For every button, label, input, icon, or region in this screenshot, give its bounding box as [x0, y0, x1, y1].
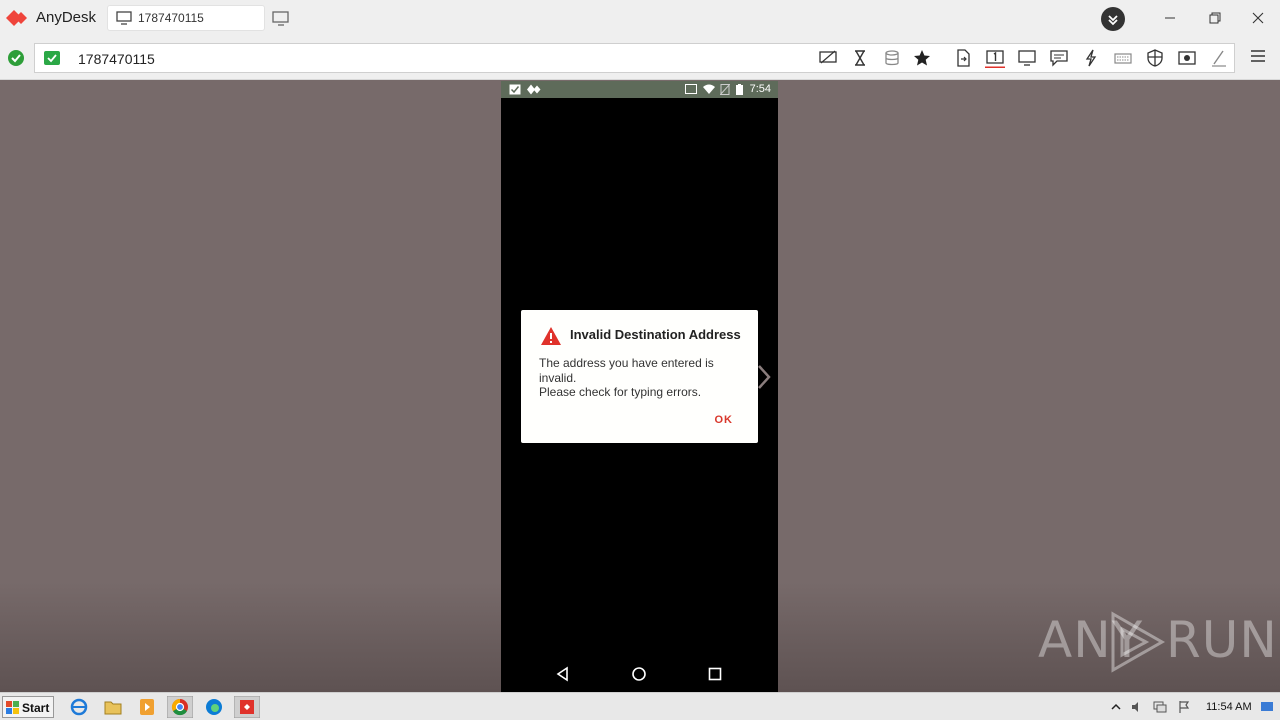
show-desktop-icon[interactable] [1260, 700, 1274, 714]
android-nav-bar [501, 656, 778, 692]
error-dialog: Invalid Destination Address The address … [521, 310, 758, 443]
anydesk-taskbar-icon[interactable] [234, 696, 260, 718]
hourglass-icon[interactable] [850, 48, 870, 68]
privacy-shield-icon[interactable] [1145, 48, 1165, 68]
download-arrow-icon [1108, 15, 1118, 26]
android-status-bar: 7:54 [501, 81, 778, 98]
action-center-flag-icon[interactable] [1177, 700, 1191, 714]
media-player-icon[interactable] [134, 696, 160, 718]
file-transfer-icon[interactable] [953, 48, 973, 68]
warning-icon [541, 327, 561, 345]
favorite-star-icon[interactable] [912, 48, 932, 68]
volume-icon[interactable] [1130, 700, 1144, 714]
database-icon[interactable] [882, 48, 902, 68]
network-icon[interactable] [1153, 700, 1167, 714]
address-input[interactable]: 1787470115 [78, 51, 155, 67]
battery-icon [736, 84, 743, 95]
display-settings-icon[interactable] [818, 48, 838, 68]
watermark-right-text: RUN [1166, 611, 1278, 669]
tray-expand-icon[interactable] [1109, 700, 1123, 714]
anydesk-logo-icon [6, 10, 27, 26]
dialog-message-line2: Please check for typing errors. [539, 385, 702, 399]
restore-icon[interactable] [1205, 8, 1225, 28]
secure-connection-icon [44, 51, 60, 65]
dialog-message-line1: The address you have entered is invalid. [539, 356, 714, 385]
recents-icon[interactable] [708, 667, 722, 681]
taskbar: Start 11:54 AM [0, 692, 1280, 720]
toolbar: 1787470115 [0, 36, 1280, 80]
start-button[interactable]: Start [2, 696, 54, 718]
dialog-title: Invalid Destination Address [570, 327, 741, 342]
android-screen[interactable]: 7:54 Invalid Destination Address The add… [501, 81, 778, 692]
status-time: 7:54 [749, 83, 771, 95]
remote-viewport[interactable]: 7:54 Invalid Destination Address The add… [0, 81, 1280, 692]
cast-icon [685, 84, 697, 94]
title-bar: AnyDesk 1787470115 [0, 0, 1280, 36]
minimize-icon[interactable] [1160, 8, 1180, 28]
new-tab-icon[interactable] [272, 11, 290, 27]
lightning-icon[interactable] [1081, 48, 1101, 68]
pen-icon[interactable] [1209, 48, 1229, 68]
no-sim-icon [720, 84, 730, 95]
internet-explorer-icon[interactable] [66, 696, 92, 718]
tab-label: 1787470115 [138, 11, 204, 25]
chat-icon[interactable] [1049, 48, 1069, 68]
app-title: AnyDesk [36, 9, 97, 26]
wifi-icon [703, 84, 715, 94]
chevron-right-icon[interactable] [757, 364, 771, 390]
home-icon[interactable] [631, 666, 647, 682]
clock[interactable]: 11:54 AM [1206, 701, 1252, 713]
file-explorer-icon[interactable] [100, 696, 126, 718]
hamburger-menu-icon[interactable] [1250, 49, 1266, 63]
edge-icon[interactable] [201, 696, 227, 718]
back-icon[interactable] [555, 666, 571, 682]
record-icon[interactable] [1177, 48, 1197, 68]
ok-button[interactable]: OK [715, 414, 734, 426]
chrome-icon[interactable] [167, 696, 193, 718]
screen-icon[interactable] [1017, 48, 1037, 68]
anydesk-notification-icon [527, 84, 541, 95]
monitor-icon [116, 11, 132, 25]
start-label: Start [22, 701, 50, 715]
connection-status-icon [8, 50, 24, 66]
windows-flag-icon [6, 701, 19, 714]
monitor-one-icon[interactable] [985, 48, 1005, 68]
checkbox-notification-icon [509, 84, 521, 95]
keyboard-icon[interactable] [1113, 48, 1133, 68]
download-button[interactable] [1101, 7, 1125, 31]
dialog-message: The address you have entered is invalid.… [539, 356, 739, 400]
tab-session[interactable]: 1787470115 [107, 5, 265, 31]
play-logo-icon [1111, 611, 1166, 673]
close-icon[interactable] [1248, 8, 1268, 28]
